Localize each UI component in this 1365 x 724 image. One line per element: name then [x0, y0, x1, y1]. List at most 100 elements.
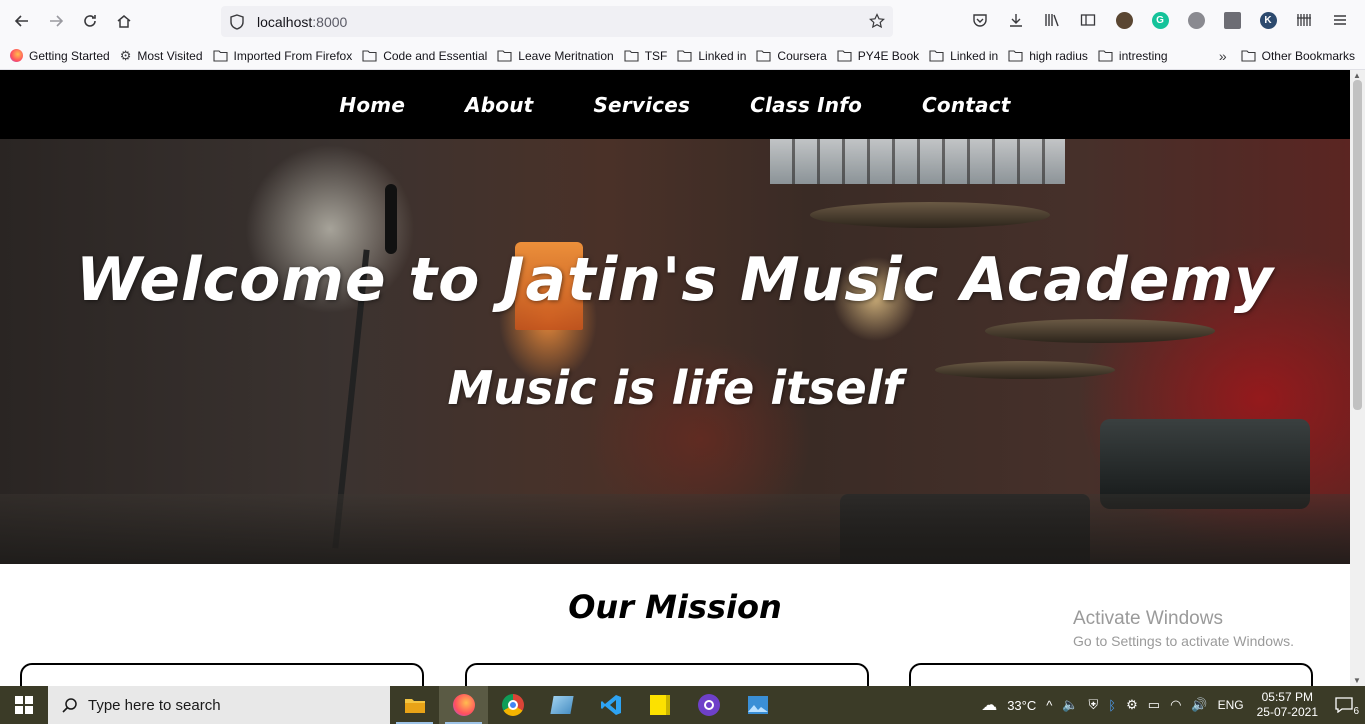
windows-logo-icon	[15, 696, 33, 714]
bookmark-item[interactable]: Linked in	[929, 49, 998, 63]
browser-toolbar: localhost:8000 G K	[0, 0, 1365, 92]
photos-taskbar-button[interactable]	[733, 686, 782, 724]
temperature[interactable]: 33°C	[1007, 698, 1036, 713]
scroll-up-icon[interactable]: ▲	[1353, 71, 1361, 80]
gear-icon: ⚙	[119, 47, 132, 63]
sidebar-icon[interactable]	[1077, 9, 1099, 31]
library-icon[interactable]	[1041, 9, 1063, 31]
github-taskbar-button[interactable]	[684, 686, 733, 724]
hero-title: Welcome to Jatin's Music Academy	[75, 245, 1275, 315]
scroll-down-icon[interactable]: ▼	[1353, 676, 1361, 685]
folder-icon	[497, 49, 512, 62]
bookmarks-bar: Getting Started ⚙ Most Visited Imported Fro…	[0, 42, 1365, 70]
shield-icon[interactable]	[229, 13, 245, 30]
volume-icon[interactable]: 🔊	[1191, 697, 1207, 713]
chrome-icon	[501, 694, 524, 716]
speaker-icon[interactable]: 🔈	[1062, 697, 1078, 713]
battery-icon[interactable]: ▭	[1148, 697, 1160, 713]
bookmark-item[interactable]: ⚙ Most Visited	[120, 49, 203, 63]
bookmark-label: Linked in	[698, 48, 747, 63]
folder-icon	[929, 49, 944, 62]
bookmark-label: Most Visited	[137, 48, 203, 63]
bookmark-item[interactable]: TSF	[624, 49, 667, 63]
bookmark-item[interactable]: Imported From Firefox	[212, 49, 352, 63]
folder-icon	[624, 49, 639, 62]
vscode-taskbar-button[interactable]	[586, 686, 635, 724]
clock-date: 25-07-2021	[1256, 705, 1318, 719]
cymbal-image	[810, 202, 1050, 228]
address-bar[interactable]: localhost:8000	[221, 6, 893, 92]
url-text[interactable]: localhost:8000	[257, 14, 347, 30]
file-explorer-button[interactable]	[390, 686, 439, 724]
reload-icon	[84, 15, 96, 27]
mission-card	[909, 663, 1313, 686]
other-bookmarks-label: Other Bookmarks	[1261, 49, 1355, 63]
url-port: :8000	[312, 13, 348, 30]
chrome-taskbar-button[interactable]	[488, 686, 537, 724]
hamburger-menu-icon[interactable]	[1329, 9, 1351, 31]
mission-card	[20, 663, 424, 686]
notepad-icon	[549, 696, 574, 714]
folder-icon	[756, 49, 771, 62]
bookmark-label: Coursera	[777, 48, 827, 63]
notepad-taskbar-button[interactable]	[537, 686, 586, 724]
pocket-icon[interactable]	[969, 9, 991, 31]
firefox-taskbar-button[interactable]	[439, 686, 488, 724]
sticky-notes-taskbar-button[interactable]	[635, 686, 684, 724]
home-button[interactable]	[112, 9, 136, 33]
security-shield-icon[interactable]: ⛨	[1089, 697, 1099, 713]
extension-gear-icon[interactable]	[1185, 9, 1207, 31]
nav-home[interactable]: Home	[339, 93, 405, 117]
language-indicator[interactable]: ENG	[1218, 698, 1244, 712]
chevron-double-right-icon[interactable]: »	[1219, 48, 1227, 64]
bookmarks-overflow: » Other Bookmarks	[1219, 48, 1355, 64]
notification-count: 6	[1353, 706, 1359, 717]
bookmark-item[interactable]: Getting Started	[10, 49, 110, 63]
bookmark-item[interactable]: Leave Meritnation	[497, 49, 614, 63]
bars-extension-icon[interactable]	[1293, 9, 1315, 31]
reload-button[interactable]	[78, 9, 102, 33]
screenshot-extension-icon[interactable]	[1221, 9, 1243, 31]
bookmark-item[interactable]: Code and Essential	[362, 49, 487, 63]
k-extension-icon[interactable]: K	[1257, 9, 1279, 31]
nav-about[interactable]: About	[465, 93, 533, 117]
taskbar-clock[interactable]: 05:57 PM 25-07-2021	[1257, 690, 1318, 720]
firefox-icon	[10, 49, 23, 62]
scrollbar-thumb[interactable]	[1353, 80, 1362, 410]
bookmark-item[interactable]: intresting	[1098, 49, 1168, 63]
nav-services[interactable]: Services	[593, 93, 690, 117]
other-bookmarks[interactable]: Other Bookmarks	[1241, 49, 1355, 63]
download-icon[interactable]	[1005, 9, 1027, 31]
nav-contact[interactable]: Contact	[922, 93, 1011, 117]
back-button[interactable]	[10, 9, 34, 33]
hero-banner: Welcome to Jatin's Music Academy Music i…	[0, 139, 1350, 564]
start-button[interactable]	[0, 686, 48, 724]
wifi-icon[interactable]: ◠	[1170, 697, 1181, 713]
tray-expand-icon[interactable]: ^	[1046, 698, 1052, 713]
activate-windows-watermark: Activate Windows Go to Settings to activ…	[1073, 608, 1294, 649]
github-icon	[697, 694, 720, 716]
notification-center-icon[interactable]: 6	[1335, 697, 1359, 717]
bookmark-item[interactable]: Linked in	[677, 49, 746, 63]
bookmark-item[interactable]: high radius	[1008, 49, 1088, 63]
bluetooth-icon[interactable]: ᛒ	[1108, 698, 1116, 713]
network-status-icon[interactable]: ⚙	[1126, 697, 1138, 713]
weather-cloud-icon[interactable]: ☁	[981, 695, 997, 715]
clock-time: 05:57 PM	[1261, 690, 1313, 704]
grammarly-icon[interactable]: G	[1149, 9, 1171, 31]
floor-image	[0, 494, 1350, 564]
forward-button[interactable]	[44, 9, 68, 33]
profile-avatar-icon[interactable]	[1113, 9, 1135, 31]
bookmark-label: Getting Started	[29, 48, 110, 63]
taskbar-search[interactable]: Type here to search	[48, 686, 390, 724]
bookmark-item[interactable]: Coursera	[756, 48, 827, 63]
folder-icon	[404, 699, 425, 713]
arrow-left-icon	[14, 15, 28, 27]
bookmark-item[interactable]: PY4E Book	[837, 49, 919, 63]
microphone-image	[385, 184, 397, 254]
folder-icon	[362, 49, 377, 62]
bookmark-star-icon[interactable]	[869, 13, 885, 29]
nav-class-info[interactable]: Class Info	[750, 93, 862, 117]
page-scrollbar[interactable]: ▲ ▼	[1350, 70, 1365, 686]
bookmark-label: Code and Essential	[383, 48, 488, 63]
